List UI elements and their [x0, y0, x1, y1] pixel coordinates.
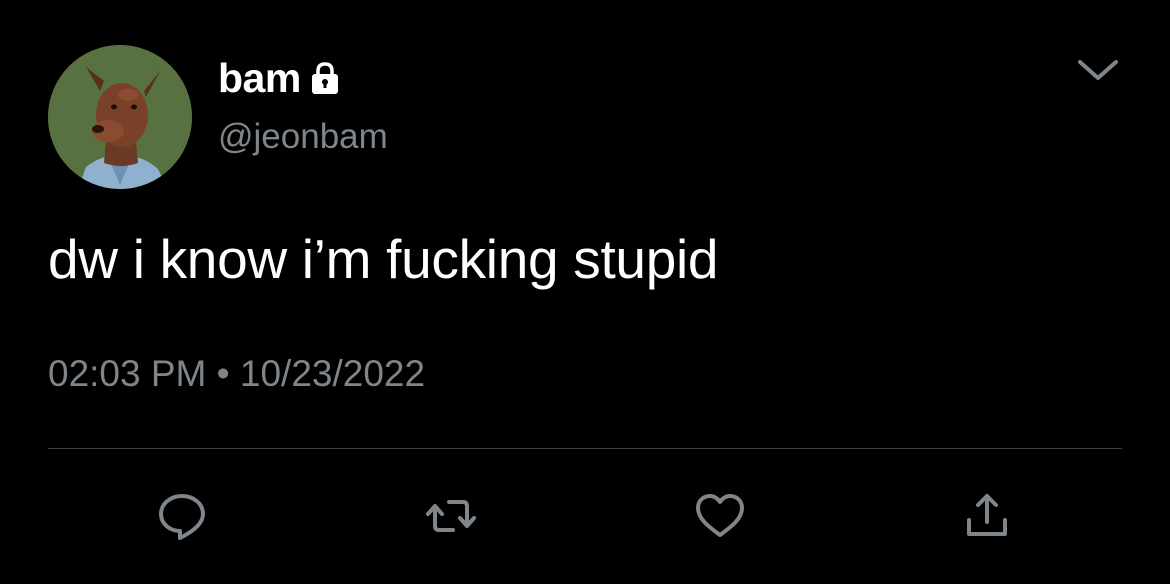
user-name-row[interactable]: bam [218, 52, 343, 104]
divider [48, 448, 1122, 449]
tweet-timestamp[interactable]: 02:03 PM • 10/23/2022 [48, 352, 425, 396]
chevron-down-icon[interactable] [1072, 50, 1124, 90]
share-icon [967, 494, 1007, 536]
like-button[interactable] [692, 488, 748, 544]
tweet-text: dw i know i’m fucking stupid [48, 228, 719, 290]
doberman-avatar-image [48, 45, 192, 189]
user-handle[interactable]: @jeonbam [218, 116, 388, 158]
heart-icon [696, 494, 744, 537]
display-name[interactable]: bam [218, 52, 301, 104]
avatar[interactable] [48, 45, 192, 189]
retweet-button[interactable] [423, 488, 479, 544]
share-button[interactable] [959, 488, 1015, 544]
retweet-icon [426, 500, 476, 532]
reply-bubble-icon [159, 494, 205, 540]
reply-button[interactable] [154, 488, 210, 544]
lock-icon [307, 60, 343, 101]
